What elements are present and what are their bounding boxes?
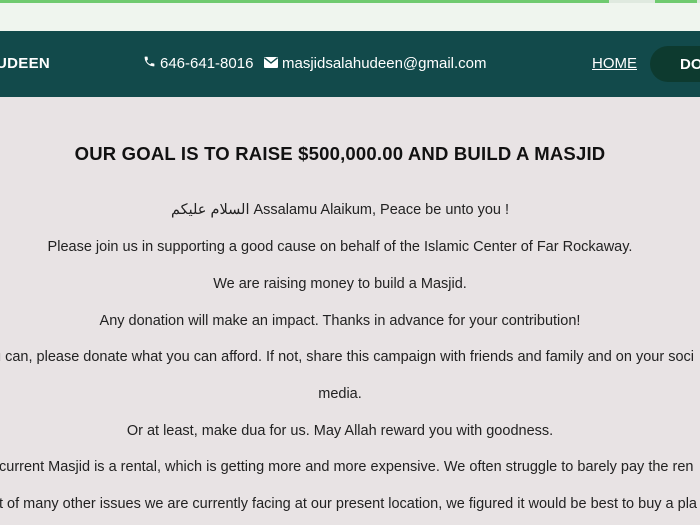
donate-button[interactable]: DO	[650, 46, 700, 82]
support-text: Please join us in supporting a good caus…	[47, 239, 633, 255]
dua-text: Or at least, make dua for us. May Allah …	[126, 423, 554, 439]
email-contact[interactable]: masjidsalahudeen@gmail.com	[264, 55, 487, 72]
site-brand-name[interactable]: UDEEN	[0, 55, 50, 72]
nav-home-link[interactable]: HOME	[592, 55, 637, 72]
email-address: masjidsalahudeen@gmail.com	[282, 55, 487, 72]
envelope-icon	[264, 55, 278, 72]
donate-share-text: u can, please donate what you can afford…	[0, 349, 694, 365]
page-headline: OUR GOAL IS TO RAISE $500,000.00 AND BUI…	[74, 143, 606, 164]
phone-number: 646-641-8016	[160, 55, 254, 72]
phone-icon	[143, 55, 156, 72]
rental-text: current Masjid is a rental, which is get…	[0, 459, 694, 475]
page-load-progress-fill	[0, 0, 609, 3]
phone-contact[interactable]: 646-641-8016	[143, 55, 253, 72]
page-load-progress-segment	[655, 0, 697, 3]
media-text: media.	[318, 386, 362, 402]
browser-progress-strip	[0, 0, 700, 32]
site-navbar: UDEEN 646-641-8016 masjidsalahudeen@gmai…	[0, 31, 700, 97]
greeting-text: السلام عليكم Assalamu Alaikum, Peace be …	[170, 202, 510, 218]
issues-text: t of many other issues we are currently …	[0, 496, 697, 512]
raising-text: We are raising money to build a Masjid.	[213, 276, 467, 292]
donation-impact-text: Any donation will make an impact. Thanks…	[99, 313, 581, 329]
